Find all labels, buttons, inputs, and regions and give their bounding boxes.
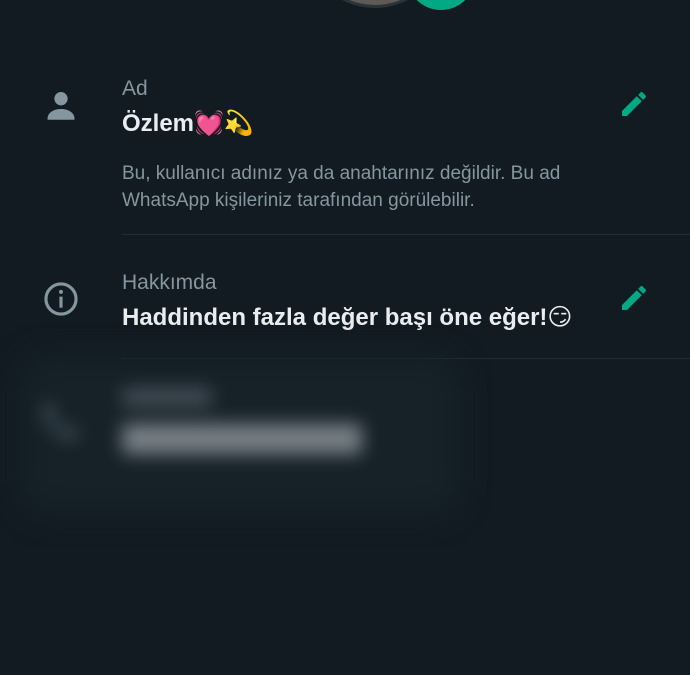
about-row[interactable]: Hakkımda Haddinden fazla değer başı öne …: [0, 264, 690, 354]
name-description: Bu, kullanıcı adınız ya da anahtarınız d…: [122, 163, 561, 211]
divider: [122, 234, 690, 235]
profile-screen: Ad Özlem💓💫 Bu, kullanıcı adınız ya da an…: [0, 0, 690, 675]
change-photo-button[interactable]: [408, 0, 474, 10]
name-text-group: Ad Özlem💓💫 Bu, kullanıcı adınız ya da an…: [122, 76, 600, 214]
edit-name-button[interactable]: [618, 88, 650, 120]
name-label: Ad: [122, 77, 148, 100]
about-text-group: Hakkımda Haddinden fazla değer başı öne …: [122, 270, 620, 334]
pencil-icon: [622, 285, 647, 310]
edit-about-button[interactable]: [618, 282, 650, 314]
about-value: Haddinden fazla değer başı öne eğer!😏: [122, 304, 573, 331]
name-value: Özlem💓💫: [122, 110, 254, 137]
name-row[interactable]: Ad Özlem💓💫 Bu, kullanıcı adınız ya da an…: [0, 70, 690, 235]
phone-label-redacted: [122, 388, 212, 406]
person-icon: [42, 86, 80, 124]
phone-icon: [38, 400, 82, 444]
info-icon: [42, 280, 80, 318]
pencil-icon: [622, 91, 647, 116]
about-label: Hakkımda: [122, 271, 217, 294]
phone-value-redacted: [122, 424, 362, 454]
